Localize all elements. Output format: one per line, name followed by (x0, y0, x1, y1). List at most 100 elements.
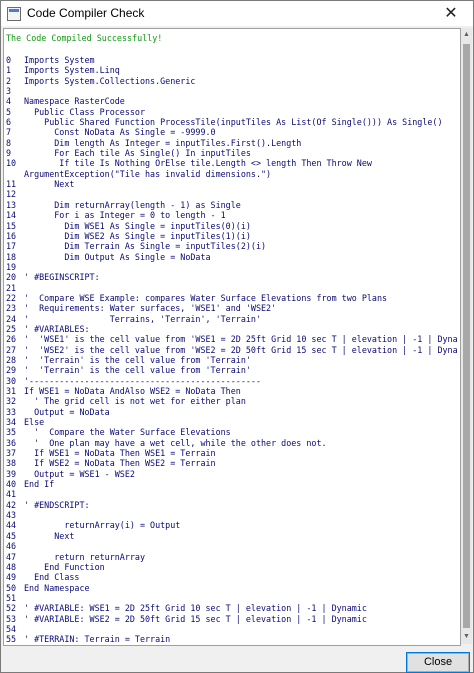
code-line: 21 (6, 283, 458, 293)
code-line: 53 ' #VARIABLE: WSE2 = 2D 50ft Grid 15 se… (6, 614, 458, 624)
line-number: 29 (6, 365, 17, 376)
line-number: 44 (6, 520, 17, 531)
code-line: 39 Output = WSE1 - WSE2 (6, 469, 458, 479)
line-text: ' #VARIABLE: WSE1 = 2D 25ft Grid 10 sec … (24, 603, 367, 614)
line-number: 32 (6, 396, 17, 407)
line-number: 39 (6, 468, 17, 479)
line-number: 41 (6, 489, 17, 500)
line-text: Dim returnArray(length - 1) as Single (24, 199, 241, 210)
code-line: 51 (6, 593, 458, 603)
line-text: ' #VARIABLE: WSE2 = 2D 50ft Grid 15 sec … (24, 613, 367, 624)
line-number: 47 (6, 551, 17, 562)
line-text: Next (24, 179, 75, 190)
code-line: 5 Public Class Processor (6, 107, 458, 117)
line-number: 48 (6, 561, 17, 572)
line-number: 11 (6, 179, 17, 190)
code-line: 4 Namespace RasterCode (6, 96, 458, 106)
code-line: 7 Const NoData As Single = -9999.0 (6, 127, 458, 137)
line-text: Output = WSE1 - WSE2 (24, 468, 135, 479)
line-text: Dim Terrain As Single = inputTiles(2)(i) (24, 241, 267, 252)
line-number: 25 (6, 323, 17, 334)
code-line: 50 End Namespace (6, 583, 458, 593)
scroll-down-arrow-icon[interactable]: ▼ (461, 630, 472, 644)
code-line: 3 (6, 86, 458, 96)
line-number: 56 (6, 645, 24, 646)
scroll-up-arrow-icon[interactable]: ▲ (461, 28, 472, 42)
line-number: 3 (6, 86, 12, 97)
line-text: For Each tile As Single() In inputTiles (24, 148, 251, 159)
line-text: ' 'WSE1' is the cell value from 'WSE1 = … (24, 334, 458, 345)
line-text: Imports System.Linq (24, 65, 120, 76)
line-number: 35 (6, 427, 17, 438)
line-number: 4 (6, 96, 12, 107)
line-text: Public Shared Function ProcessTile(input… (24, 117, 443, 128)
code-line: 37 If WSE1 = NoData Then WSE1 = Terrain (6, 448, 458, 458)
code-line: 46 (6, 541, 458, 551)
line-number: 30 (6, 375, 17, 386)
line-number: 16 (6, 230, 17, 241)
line-number: 2 (6, 75, 12, 86)
line-text: ' One plan may have a wet cell, while th… (24, 437, 327, 448)
code-line: 2 Imports System.Collections.Generic (6, 76, 458, 86)
line-text: Output = NoData (24, 406, 110, 417)
line-text: ' Requirements: Water surfaces, 'WSE1' a… (24, 303, 277, 314)
line-number: 55 (6, 634, 17, 645)
code-line: 42 ' #ENDSCRIPT: (6, 500, 458, 510)
vertical-scrollbar[interactable]: ▲ ▼ (461, 28, 472, 644)
line-text: return returnArray (24, 551, 146, 562)
line-text: End Function (24, 561, 105, 572)
code-line: 6 Public Shared Function ProcessTile(inp… (6, 117, 458, 127)
code-line: 32 ' The grid cell is not wet for either… (6, 396, 458, 406)
code-line: 47 return returnArray (6, 552, 458, 562)
line-number: 19 (6, 261, 17, 272)
code-line: 19 (6, 262, 458, 272)
code-listing: 0 Imports System 1 Imports System.Linq 2 Impo… (6, 55, 458, 646)
title-bar[interactable]: Code Compiler Check ✕ (1, 1, 473, 26)
code-line: 17 Dim Terrain As Single = inputTiles(2)… (6, 241, 458, 251)
line-number: 15 (6, 220, 17, 231)
close-button[interactable]: Close (406, 652, 470, 673)
line-number: 7 (6, 127, 12, 138)
code-line: 23 ' Requirements: Water surfaces, 'WSE1'… (6, 303, 458, 313)
line-number: 53 (6, 613, 17, 624)
line-text: Public Class Processor (24, 106, 146, 117)
line-number: 42 (6, 499, 17, 510)
code-line: 31 If WSE1 = NoData AndAlso WSE2 = NoData… (6, 386, 458, 396)
line-number: 50 (6, 582, 17, 593)
line-number: 31 (6, 386, 17, 396)
line-text: End Namespace (24, 582, 90, 593)
code-line: 10 If tile Is Nothing OrElse tile.Length… (6, 158, 458, 168)
code-line: ArgumentException("Tile has invalid dime… (6, 169, 458, 179)
code-output-textbox[interactable]: The Code Compiled Successfully! 0 Imports… (3, 28, 461, 646)
line-number: 20 (6, 272, 17, 283)
scrollbar-thumb[interactable] (463, 44, 470, 628)
line-text: If WSE1 = NoData Then WSE1 = Terrain (24, 448, 216, 459)
line-text: Imports System (24, 55, 95, 65)
line-number: 14 (6, 210, 17, 221)
line-number: 23 (6, 303, 17, 314)
code-line: 13 Dim returnArray(length - 1) as Single (6, 200, 458, 210)
code-line: 30 '-------------------------------------… (6, 376, 458, 386)
code-line: 24 ' Terrains, 'Terrain', 'Terrain' (6, 314, 458, 324)
code-line: 35 ' Compare the Water Surface Elevation… (6, 427, 458, 437)
code-line: 22 ' Compare WSE Example: compares Water … (6, 293, 458, 303)
line-number: 8 (6, 137, 12, 148)
line-number: 0 (6, 55, 12, 65)
line-text: ' 'Terrain' is the cell value from 'Terr… (24, 354, 251, 365)
line-text: ' Compare the Water Surface Elevations (24, 427, 231, 438)
code-line: 45 Next (6, 531, 458, 541)
window-title: Code Compiler Check (27, 6, 145, 20)
code-line: 18 Dim Output As Single = NoData (6, 252, 458, 262)
code-line: 38 If WSE2 = NoData Then WSE2 = Terrain (6, 458, 458, 468)
line-number: 26 (6, 334, 17, 345)
line-text: ' #ENDSCRIPT: (24, 499, 90, 510)
close-window-icon[interactable]: ✕ (429, 1, 473, 26)
line-text: ' 'WSE2' is the cell value from 'WSE2 = … (24, 344, 458, 355)
code-line: 43 (6, 510, 458, 520)
code-line: 29 ' 'Terrain' is the cell value from 'Te… (6, 365, 458, 375)
code-line: 55 ' #TERRAIN: Terrain = Terrain (6, 634, 458, 644)
line-text: Namespace RasterCode (24, 96, 125, 107)
line-number: 51 (6, 592, 17, 603)
code-line: 56 (6, 645, 458, 646)
line-number: 13 (6, 199, 17, 210)
